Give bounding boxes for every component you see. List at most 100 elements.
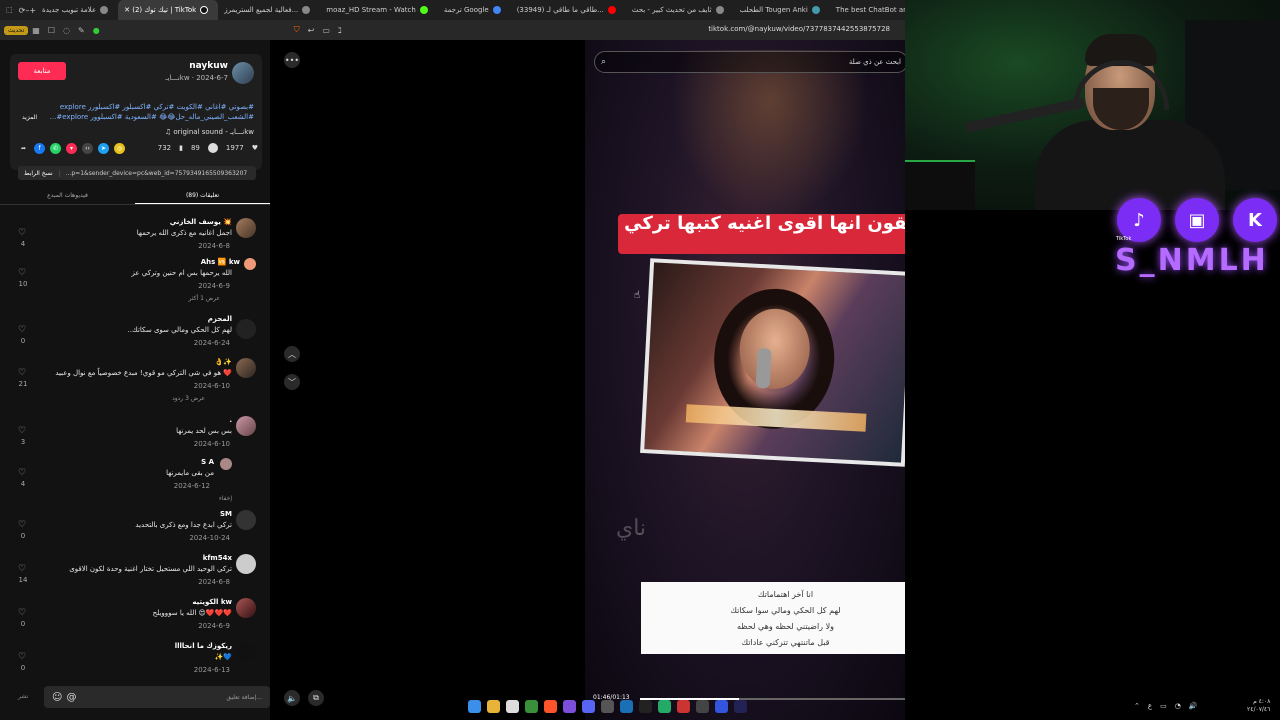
mention-icon[interactable]: @ <box>66 692 76 703</box>
comment-input[interactable]: ☺ @ إضافة تعليق... <box>44 686 270 708</box>
whatsapp-icon[interactable]: ✆ <box>50 142 61 154</box>
heart-icon[interactable]: ♡ <box>18 564 26 574</box>
heart-icon[interactable]: ♡ <box>18 368 26 378</box>
coin-icon[interactable]: ◎ <box>114 142 125 154</box>
steam-icon[interactable] <box>639 700 652 713</box>
network-icon[interactable]: ▭ <box>1160 702 1167 710</box>
arrow-icon[interactable] <box>715 700 728 713</box>
copy-link-button[interactable]: نسخ الرابط <box>18 169 60 177</box>
app-icon[interactable] <box>620 700 633 713</box>
settings-icon[interactable] <box>601 700 614 713</box>
pip-button[interactable]: ⧉ <box>308 690 324 706</box>
avatar[interactable] <box>220 458 232 470</box>
view-replies-link[interactable]: عرض 1 أكثر <box>189 295 220 302</box>
comment-icon[interactable] <box>207 143 218 153</box>
gear-icon[interactable] <box>696 700 709 713</box>
sound-label[interactable]: ♫ original sound - نـــايـkw <box>165 128 254 136</box>
language-indicator[interactable]: ع <box>1148 702 1152 710</box>
chat-icon[interactable]: ◌ <box>63 26 70 35</box>
avatar[interactable] <box>236 554 256 574</box>
emoji-icon[interactable]: ☺ <box>52 692 62 703</box>
embed-icon[interactable]: ‹› <box>82 142 93 154</box>
pen-icon[interactable]: ✎ <box>78 26 85 35</box>
volume-button[interactable]: 🔈 <box>284 690 300 706</box>
refresh-icon[interactable]: ⟳ <box>19 6 26 15</box>
comment-author[interactable]: SM <box>220 510 232 518</box>
hide-replies-link[interactable]: إخفاء <box>219 495 232 502</box>
taskbar-clock[interactable]: ٤:٠٨ م ٢٤/٠٧/٤٦ <box>1247 698 1270 714</box>
tiktok-share-icon[interactable]: ▾ <box>66 142 77 154</box>
record-icon[interactable] <box>677 700 690 713</box>
heart-icon[interactable]: ♡ <box>18 228 26 238</box>
avatar[interactable] <box>236 598 256 618</box>
tab-youtube[interactable]: (33949) طاقي ما طاقي لـ... <box>511 0 626 20</box>
comment-author[interactable]: Ahs 🆚 kw <box>201 258 240 266</box>
tab-translate[interactable]: ترجمة Google <box>438 0 511 20</box>
search-input[interactable]: ⌕ ابحث عن ذي صلة <box>594 51 908 73</box>
tab-anime[interactable]: الطحلب Tougen Anki <box>734 0 830 20</box>
tab-creator-videos[interactable]: فيديوهات المبدع <box>0 187 135 204</box>
follow-button[interactable]: متابعة <box>18 62 66 80</box>
heart-icon[interactable]: ♥ <box>252 144 258 152</box>
tab-new[interactable]: علامة تبويب جديدة <box>36 0 118 20</box>
comment-author[interactable]: ريكوزك ما انحاااا <box>175 642 232 650</box>
view-replies-link[interactable]: عرض 3 ردود <box>172 395 205 402</box>
sidebar-toggle[interactable]: ⬚ <box>0 0 19 20</box>
comment-author[interactable]: يوسف الخازني 💥 <box>170 218 232 226</box>
comment-author[interactable]: 👌✨ <box>215 358 232 366</box>
comment-author[interactable]: kfm54x <box>203 554 232 562</box>
bookmark-icon[interactable]: ▮ <box>179 144 183 152</box>
comment-author[interactable]: الكويتيه kw <box>192 598 232 606</box>
discord-icon[interactable] <box>582 700 595 713</box>
lock-icon[interactable] <box>658 700 671 713</box>
heart-icon[interactable]: ♡ <box>18 608 26 618</box>
share-icon[interactable]: ➦ <box>18 143 29 154</box>
comment-author[interactable]: S A <box>201 458 214 466</box>
share-link-field[interactable]: ...p=1&sender_device=pc&web_id=757934916… <box>60 170 248 177</box>
tab-search[interactable]: ثايف من تحديث كبير - بحث <box>626 0 734 20</box>
brave-icon[interactable] <box>544 700 557 713</box>
diamond-icon[interactable] <box>734 700 747 713</box>
avatar[interactable] <box>232 62 254 84</box>
facebook-icon[interactable]: f <box>34 142 45 154</box>
translate-page-icon[interactable]: ℷ <box>338 26 342 35</box>
heart-icon[interactable]: ♡ <box>18 426 26 436</box>
heart-icon[interactable]: ♡ <box>18 520 26 530</box>
avatar[interactable] <box>244 258 256 270</box>
chevron-up-icon[interactable]: ⌃ <box>1134 702 1140 710</box>
tab-tiktok[interactable]: ✕ (2) تيك توك | TikTok <box>118 0 219 20</box>
avatar[interactable] <box>236 510 256 530</box>
more-options-button[interactable]: ••• <box>284 52 300 68</box>
url-field[interactable]: tiktok.com/@naykuw/video/737783744255387… <box>708 25 890 33</box>
more-link[interactable]: المزيد <box>22 114 37 121</box>
close-icon[interactable]: ✕ <box>124 6 130 14</box>
wifi-icon[interactable]: ◔ <box>1175 702 1181 710</box>
avatar[interactable] <box>236 358 256 378</box>
extensions-icon[interactable]: ▦ <box>32 26 40 35</box>
bookmarks-icon[interactable]: ☐ <box>48 26 55 35</box>
heart-icon[interactable]: ♡ <box>18 652 26 662</box>
volume-icon[interactable]: 🔊 <box>1189 702 1198 710</box>
avatar[interactable] <box>236 218 256 238</box>
author-name[interactable]: naykuw <box>189 61 228 71</box>
brave-shield-icon[interactable]: ⛉ <box>294 25 300 35</box>
previous-video-button[interactable]: ︿ <box>284 346 300 362</box>
avatar[interactable] <box>236 416 256 436</box>
avatar[interactable] <box>236 642 256 662</box>
heart-icon[interactable]: ♡ <box>18 468 26 478</box>
tab-streamers[interactable]: فعالية لجميع الستريمرز... <box>218 0 320 20</box>
screen-icon[interactable]: ▭ <box>322 26 330 35</box>
avatar[interactable] <box>236 319 256 339</box>
comment-author[interactable]: . <box>229 416 232 424</box>
windows-start-icon[interactable] <box>468 700 481 713</box>
telegram-icon[interactable]: ➤ <box>98 142 109 154</box>
heart-icon[interactable]: ♡ <box>18 325 26 335</box>
file-explorer-icon[interactable] <box>487 700 500 713</box>
obs-icon[interactable] <box>563 700 576 713</box>
check-icon[interactable]: ● <box>93 26 100 35</box>
update-button[interactable]: تحديث <box>4 25 29 35</box>
post-button[interactable]: نشر <box>18 693 28 700</box>
next-video-button[interactable]: ﹀ <box>284 374 300 390</box>
tab-kick[interactable]: moaz_HD Stream - Watch <box>320 0 438 20</box>
heart-icon[interactable]: ♡ <box>18 268 26 278</box>
